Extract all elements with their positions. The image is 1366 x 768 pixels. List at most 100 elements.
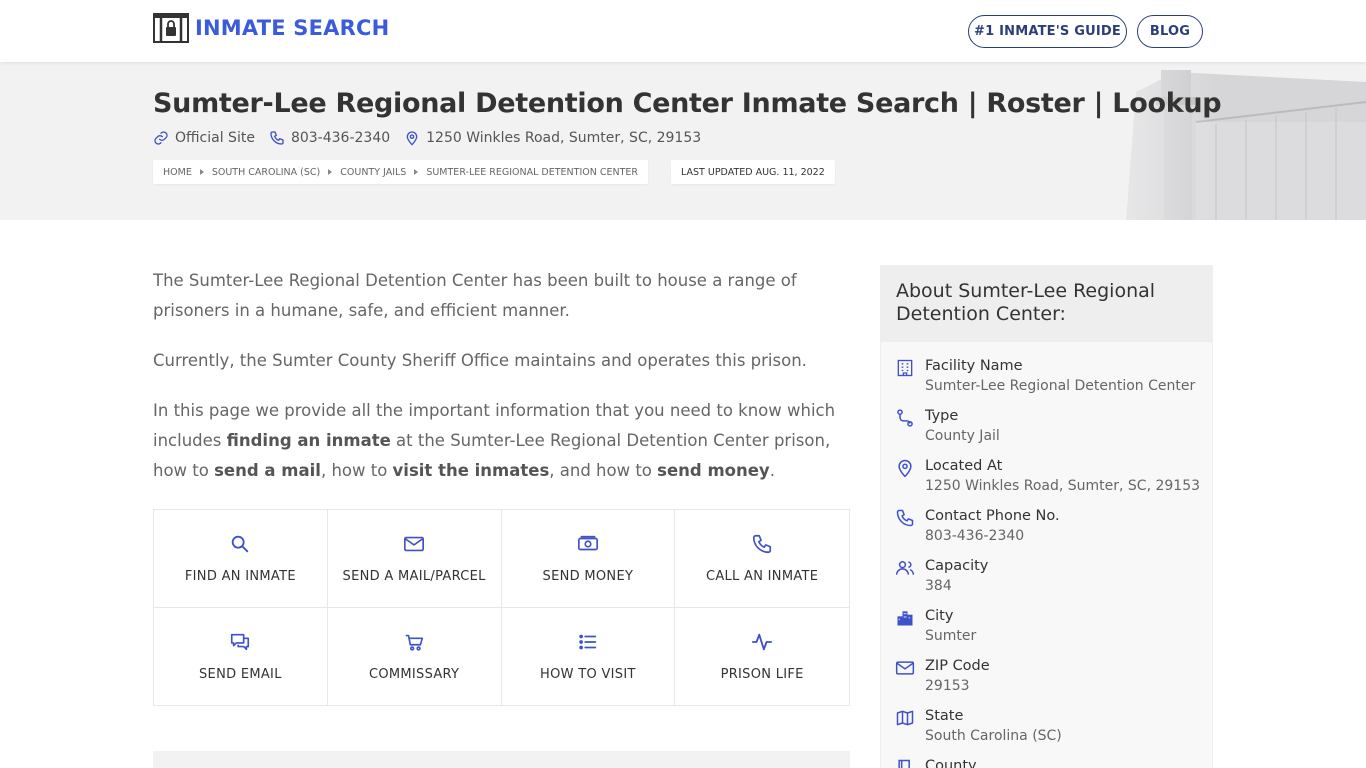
breadcrumb-separator-icon bbox=[199, 169, 204, 175]
cart-icon bbox=[405, 634, 424, 651]
nav-blog-button[interactable]: BLOG bbox=[1137, 15, 1203, 48]
intro-bold-mail: send a mail bbox=[214, 461, 321, 480]
phone-icon bbox=[753, 534, 772, 553]
logo-text: INMATE SEARCH bbox=[195, 16, 390, 40]
pulse-icon bbox=[752, 633, 773, 650]
sidebar-title: About Sumter-Lee Regional Detention Cent… bbox=[881, 266, 1212, 342]
breadcrumb-separator-icon bbox=[414, 169, 419, 175]
map-icon bbox=[896, 710, 914, 726]
breadcrumb-home[interactable]: HOME bbox=[163, 167, 192, 178]
info-value: Sumter-Lee Regional Detention Center bbox=[925, 378, 1196, 394]
info-label: Located At bbox=[925, 458, 1003, 474]
link-icon bbox=[154, 131, 168, 145]
tile-label: CALL AN INMATE bbox=[705, 568, 819, 584]
page-title: Sumter-Lee Regional Detention Center Inm… bbox=[153, 88, 1222, 119]
tile-prison-life[interactable]: PRISON LIFE bbox=[675, 608, 849, 706]
intro-text-run: , how to bbox=[320, 461, 393, 480]
tile-commissary[interactable]: COMMISSARY bbox=[328, 607, 502, 705]
city-icon bbox=[897, 611, 913, 626]
next-section-block bbox=[153, 751, 850, 768]
hero-phone-link[interactable]: 803-436-2340 bbox=[269, 130, 390, 146]
breadcrumb-separator-icon bbox=[328, 169, 333, 175]
list-icon bbox=[579, 634, 597, 650]
money-icon bbox=[577, 535, 598, 551]
info-value: 29153 bbox=[925, 678, 970, 694]
info-label: ZIP Code bbox=[925, 658, 990, 674]
tile-how-to-visit[interactable]: HOW TO VISIT bbox=[502, 607, 676, 705]
info-contact-phone: Contact Phone No. 803-436-2340 bbox=[881, 506, 1212, 556]
tile-label: FIND AN INMATE bbox=[184, 568, 296, 584]
intro-bold-finding: finding an inmate bbox=[226, 431, 391, 450]
tile-label: SEND MONEY bbox=[542, 568, 634, 584]
chat-icon bbox=[231, 633, 250, 650]
intro-paragraph-2: Currently, the Sumter County Sheriff Off… bbox=[153, 351, 807, 370]
nav-inmates-guide-button[interactable]: #1 INMATE'S GUIDE bbox=[968, 15, 1127, 48]
info-value: County Jail bbox=[925, 428, 1000, 444]
info-value: South Carolina (SC) bbox=[925, 728, 1062, 744]
book-icon bbox=[898, 759, 910, 768]
action-tiles-grid: FIND AN INMATE SEND A MAIL/PARCEL SEND M… bbox=[153, 509, 850, 706]
tile-send-money[interactable]: SEND MONEY bbox=[501, 510, 676, 608]
mail-icon bbox=[404, 536, 425, 551]
site-logo[interactable]: INMATE SEARCH bbox=[153, 13, 389, 43]
facility-info-list: Facility Name Sumter-Lee Regional Detenti… bbox=[881, 342, 1212, 768]
tile-label: SEND EMAIL bbox=[199, 666, 282, 682]
facility-meta-row: Official Site 803-436-2340 1250 Winkles … bbox=[153, 130, 715, 146]
info-city: City Sumter bbox=[881, 606, 1212, 656]
intro-bold-money: send money bbox=[657, 461, 770, 480]
phone-icon bbox=[270, 131, 284, 145]
last-updated-badge: LAST UPDATED AUG. 11, 2022 bbox=[671, 160, 835, 184]
breadcrumb-current: SUMTER-LEE REGIONAL DETENTION CENTER bbox=[426, 166, 639, 178]
tile-label: SEND A MAIL/PARCEL bbox=[342, 568, 486, 584]
mail-icon bbox=[895, 661, 915, 675]
tile-find-an-inmate[interactable]: FIND AN INMATE bbox=[154, 510, 328, 608]
intro-paragraph-3: In this page we provide all the importan… bbox=[153, 396, 853, 486]
tile-label: COMMISSARY bbox=[368, 666, 460, 682]
official-site-label: Official Site bbox=[175, 130, 255, 146]
info-zip-code: ZIP Code 29153 bbox=[881, 656, 1212, 706]
route-icon bbox=[897, 409, 913, 427]
users-icon bbox=[895, 561, 915, 575]
tile-call-an-inmate[interactable]: CALL AN INMATE bbox=[675, 510, 849, 608]
info-label: City bbox=[925, 608, 954, 624]
intro-text-run: , and how to bbox=[549, 461, 658, 480]
info-label: Contact Phone No. bbox=[925, 508, 1060, 524]
info-county: County bbox=[881, 756, 1212, 768]
info-value: Sumter bbox=[925, 628, 977, 644]
intro-bold-visit: visit the inmates bbox=[392, 461, 550, 480]
info-value[interactable]: 803-436-2340 bbox=[925, 526, 1060, 546]
search-icon bbox=[232, 535, 249, 552]
phone-icon bbox=[896, 509, 914, 527]
hero-banner: Sumter-Lee Regional Detention Center Inm… bbox=[0, 62, 1366, 220]
tile-send-email[interactable]: SEND EMAIL bbox=[154, 607, 328, 705]
top-navbar: INMATE SEARCH #1 INMATE'S GUIDE BLOG bbox=[0, 0, 1366, 62]
intro-text-run: . bbox=[769, 461, 775, 480]
hero-phone: 803-436-2340 bbox=[290, 130, 391, 146]
intro-text: The Sumter-Lee Regional Detention Center… bbox=[153, 266, 853, 506]
facility-info-sidebar: About Sumter-Lee Regional Detention Cent… bbox=[880, 265, 1213, 768]
info-facility-name: Facility Name Sumter-Lee Regional Detenti… bbox=[881, 356, 1212, 406]
building-icon bbox=[897, 359, 913, 377]
info-capacity: Capacity 384 bbox=[881, 556, 1212, 606]
info-value: 384 bbox=[925, 578, 952, 594]
intro-paragraph-1: The Sumter-Lee Regional Detention Center… bbox=[153, 271, 797, 320]
info-label: Facility Name bbox=[925, 358, 1023, 374]
info-value: 1250 Winkles Road, Sumter, SC, 29153 bbox=[925, 478, 1201, 494]
prison-tower-illustration bbox=[1066, 62, 1366, 220]
info-label: Capacity bbox=[925, 558, 989, 574]
info-state: State South Carolina (SC) bbox=[881, 706, 1212, 756]
info-label: State bbox=[925, 708, 964, 724]
breadcrumb-state[interactable]: SOUTH CAROLINA (SC) bbox=[212, 167, 320, 178]
location-pin-icon bbox=[898, 459, 912, 478]
official-site-link[interactable]: Official Site bbox=[153, 130, 255, 146]
breadcrumb: HOME SOUTH CAROLINA (SC) COUNTY JAILS SU… bbox=[153, 160, 649, 184]
info-located-at: Located At 1250 Winkles Road, Sumter, SC,… bbox=[881, 456, 1212, 506]
tile-label: PRISON LIFE bbox=[720, 666, 804, 682]
info-type: Type County Jail bbox=[881, 406, 1212, 456]
hero-address: 1250 Winkles Road, Sumter, SC, 29153 bbox=[404, 130, 701, 146]
hero-address-text: 1250 Winkles Road, Sumter, SC, 29153 bbox=[426, 130, 702, 146]
tile-label: HOW TO VISIT bbox=[540, 666, 636, 682]
breadcrumb-county-jails[interactable]: COUNTY JAILS bbox=[340, 167, 406, 178]
jail-logo-icon bbox=[153, 13, 189, 43]
tile-send-mail[interactable]: SEND A MAIL/PARCEL bbox=[327, 510, 502, 608]
